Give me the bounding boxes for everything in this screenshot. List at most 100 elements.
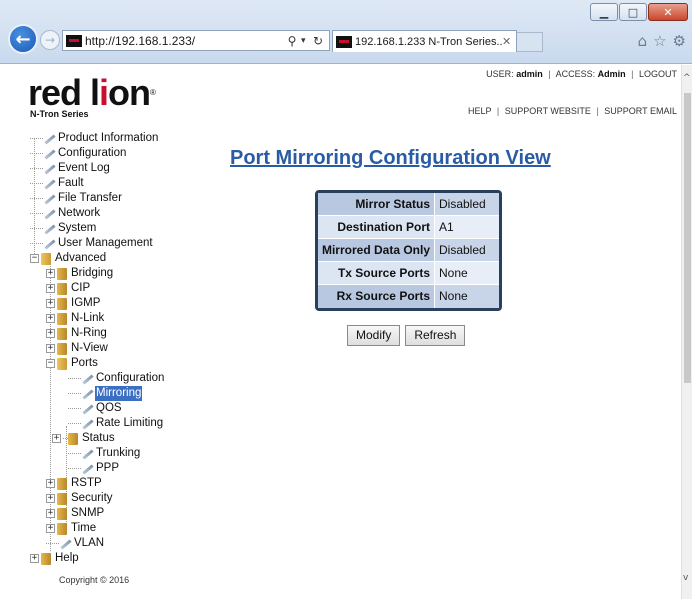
table-row: Mirror Status Disabled (318, 193, 499, 216)
tree-item-ports-ppp[interactable]: PPP (68, 461, 200, 476)
tree-item-ports-mirroring[interactable]: Mirroring (68, 386, 200, 401)
tree-item-network[interactable]: Network (30, 206, 200, 221)
tree-item-ports-status[interactable]: + Status (52, 431, 200, 446)
access-value: Admin (597, 69, 626, 79)
tree-item-configuration[interactable]: Configuration (30, 146, 200, 161)
vertical-scrollbar[interactable]: ^ v (681, 65, 692, 599)
forward-button[interactable]: → (40, 30, 60, 50)
tree-item-file-transfer[interactable]: File Transfer (30, 191, 200, 206)
tree-item-igmp[interactable]: + IGMP (46, 296, 200, 311)
row-value: Disabled (435, 239, 499, 262)
tree-item-ports-rate-limiting[interactable]: Rate Limiting (68, 416, 200, 431)
expand-icon[interactable]: + (46, 509, 55, 518)
separator: | (548, 69, 551, 79)
row-label: Destination Port (318, 216, 435, 239)
separator: | (596, 106, 599, 116)
minimize-button[interactable]: ▁ (590, 3, 618, 21)
tree-item-user-management[interactable]: User Management (30, 236, 200, 251)
tree-label: SNMP (71, 507, 105, 519)
tree-item-ports-trunking[interactable]: Trunking (68, 446, 200, 461)
tree-item-snmp[interactable]: + SNMP (46, 506, 200, 521)
modify-button[interactable]: Modify (347, 325, 401, 346)
scroll-thumb[interactable] (684, 93, 691, 383)
dropdown-icon[interactable]: ▾ (301, 36, 313, 46)
folder-icon (57, 312, 67, 325)
tree-item-bridging[interactable]: + Bridging (46, 266, 200, 281)
tree-item-security[interactable]: + Security (46, 491, 200, 506)
tree-label: System (58, 222, 97, 234)
tree-label: Fault (58, 177, 84, 189)
expand-icon[interactable]: + (46, 269, 55, 278)
tree-item-cip[interactable]: + CIP (46, 281, 200, 296)
support-website-link[interactable]: SUPPORT WEBSITE (505, 106, 591, 116)
tree-item-fault[interactable]: Fault (30, 176, 200, 191)
logo-wordmark: red lion® (28, 72, 156, 113)
row-label: Tx Source Ports (318, 262, 435, 285)
expand-icon[interactable]: + (46, 344, 55, 353)
browser-tab[interactable]: 192.168.1.233 N-Tron Series... ✕ (332, 30, 517, 52)
refresh-icon[interactable]: ↻ (313, 34, 329, 48)
page-icon (43, 193, 56, 204)
scroll-up-icon[interactable]: ^ (683, 73, 691, 83)
settings-gear-icon[interactable]: ⚙ (673, 32, 686, 50)
tree-label: PPP (96, 462, 120, 474)
page-icon (43, 238, 56, 249)
page-icon (43, 133, 56, 144)
expand-icon[interactable]: + (46, 494, 55, 503)
tree-item-product-information[interactable]: Product Information (30, 131, 200, 146)
folder-icon (57, 342, 67, 355)
row-value: None (435, 262, 499, 285)
tree-label: Security (71, 492, 113, 504)
refresh-button[interactable]: Refresh (405, 325, 466, 346)
expand-icon[interactable]: + (30, 554, 39, 563)
scroll-down-icon[interactable]: v (683, 573, 688, 583)
tree-item-n-view[interactable]: + N-View (46, 341, 200, 356)
tree-label: User Management (58, 237, 153, 249)
tree-item-n-link[interactable]: + N-Link (46, 311, 200, 326)
back-button[interactable]: ← (8, 24, 38, 54)
expand-icon[interactable]: + (46, 329, 55, 338)
support-email-link[interactable]: SUPPORT EMAIL (604, 106, 677, 116)
tree-item-time[interactable]: + Time (46, 521, 200, 536)
maximize-button[interactable]: □ (619, 3, 647, 21)
expand-icon[interactable]: + (52, 434, 61, 443)
tree-label: Trunking (96, 447, 141, 459)
collapse-icon[interactable]: − (30, 254, 39, 263)
expand-icon[interactable]: + (46, 314, 55, 323)
tab-favicon-icon (336, 35, 352, 48)
tree-item-rstp[interactable]: + RSTP (46, 476, 200, 491)
row-label: Rx Source Ports (318, 285, 435, 308)
tree-item-n-ring[interactable]: + N-Ring (46, 326, 200, 341)
help-link[interactable]: HELP (468, 106, 491, 116)
user-info-bar: USER: admin | ACCESS: Admin | LOGOUT (486, 69, 677, 79)
folder-open-icon (57, 357, 67, 370)
tab-close-icon[interactable]: ✕ (502, 35, 516, 48)
folder-icon (57, 282, 67, 295)
tree-item-ports[interactable]: − Ports (46, 356, 200, 371)
close-window-button[interactable]: ✕ (648, 3, 688, 21)
tree-label: Ports (71, 357, 98, 369)
tree-item-ports-qos[interactable]: QOS (68, 401, 200, 416)
expand-icon[interactable]: + (46, 524, 55, 533)
page-icon (43, 208, 56, 219)
tree-item-ports-configuration[interactable]: Configuration (68, 371, 200, 386)
address-bar[interactable]: http://192.168.1.233/ ⚲ ▾ ↻ (62, 30, 330, 51)
forward-arrow-icon: → (44, 33, 56, 47)
address-url[interactable]: http://192.168.1.233/ (85, 34, 283, 48)
tree-item-system[interactable]: System (30, 221, 200, 236)
tree-item-event-log[interactable]: Event Log (30, 161, 200, 176)
tree-item-advanced[interactable]: − Advanced (30, 251, 200, 266)
tree-label: CIP (71, 282, 91, 294)
separator: | (496, 106, 500, 116)
expand-icon[interactable]: + (46, 479, 55, 488)
tree-item-help[interactable]: + Help (30, 551, 200, 566)
favorites-star-icon[interactable]: ☆ (653, 32, 666, 50)
home-icon[interactable]: ⌂ (638, 32, 648, 50)
logout-link[interactable]: LOGOUT (639, 69, 677, 79)
new-tab-button[interactable] (517, 32, 543, 52)
expand-icon[interactable]: + (46, 299, 55, 308)
collapse-icon[interactable]: − (46, 359, 55, 368)
search-icon[interactable]: ⚲ (283, 34, 301, 48)
expand-icon[interactable]: + (46, 284, 55, 293)
tree-item-vlan[interactable]: VLAN (46, 536, 200, 551)
